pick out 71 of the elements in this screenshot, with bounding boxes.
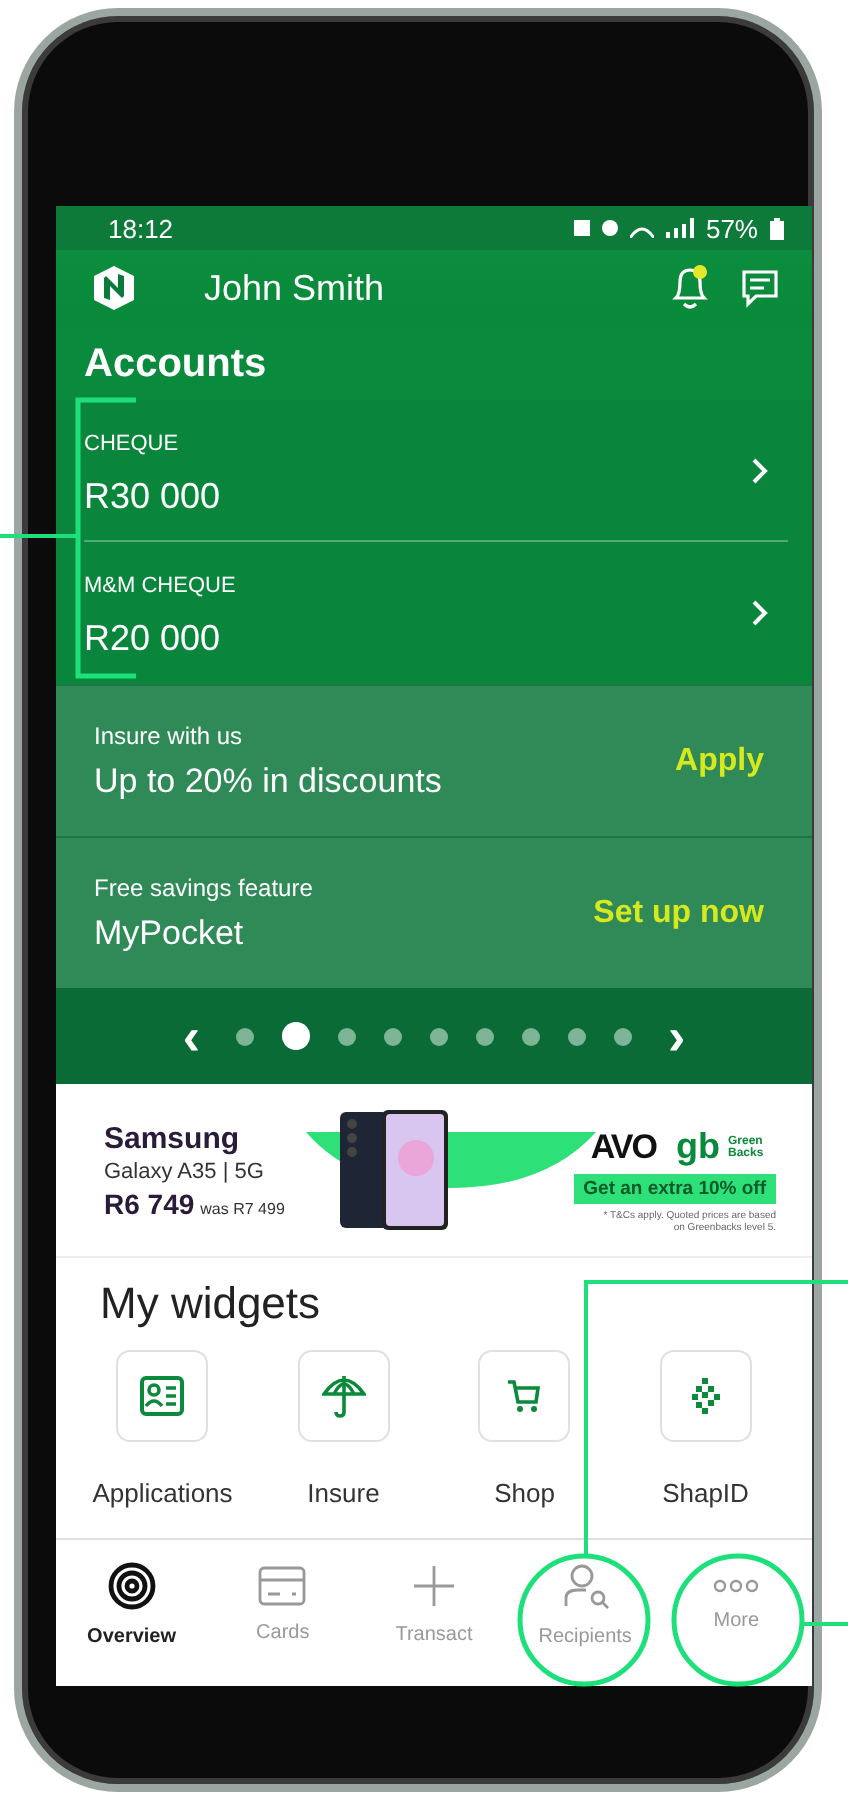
user-name: John Smith [204, 267, 387, 309]
account-balance: R20 000 [84, 618, 223, 660]
previous-button[interactable]: ‹ [174, 1010, 208, 1062]
battery-level: 57% [705, 213, 758, 243]
offer-label: Get an extra 10% off [573, 1174, 776, 1204]
nav-tab[interactable]: More [660, 1540, 812, 1668]
nav-tab[interactable]: Recipients [509, 1540, 661, 1668]
page-dot[interactable] [282, 1022, 310, 1050]
diamond-dots-icon [691, 1378, 720, 1414]
account-row[interactable]: CHEQUE R30 000 [84, 400, 788, 542]
messages-button[interactable] [736, 264, 784, 312]
more-icon [712, 1577, 761, 1593]
leader-line [0, 534, 76, 538]
page-dot[interactable] [338, 1027, 356, 1045]
document-person-icon [140, 1376, 185, 1416]
page-dot[interactable] [236, 1027, 254, 1045]
promo-card[interactable]: Insure with us Up to 20% in discounts Apply [56, 684, 812, 836]
promo-caption: Insure with us [94, 721, 245, 749]
account-type: M&M CHEQUE [84, 574, 238, 598]
leader-line [804, 1622, 848, 1626]
widget-button[interactable] [659, 1350, 752, 1442]
next-button[interactable]: › [660, 1010, 694, 1062]
promo-caption: Free savings feature [94, 873, 315, 901]
signal-icon [665, 218, 694, 238]
promo-link[interactable]: Set up now [593, 895, 764, 931]
ad-price: R6 749 [104, 1187, 195, 1219]
chevron-right-icon [752, 457, 768, 483]
nav-tab[interactable]: Cards [207, 1540, 359, 1668]
account-row[interactable]: M&M CHEQUE R20 000 [84, 542, 788, 684]
page-dot[interactable] [430, 1027, 448, 1045]
highlight-circle [671, 1553, 805, 1687]
page-dot[interactable] [614, 1027, 632, 1045]
account-type: CHEQUE [84, 431, 181, 455]
battery-icon [770, 217, 784, 239]
umbrella-icon [321, 1374, 366, 1418]
widget-label: Applications [92, 1478, 233, 1508]
highlight-circle [517, 1553, 651, 1687]
square-icon [573, 220, 590, 236]
ad-brand: Samsung [104, 1121, 242, 1155]
target-icon [107, 1561, 156, 1609]
card-icon [258, 1565, 307, 1605]
logo-text: gb [676, 1126, 720, 1168]
account-balance: R30 000 [84, 475, 223, 517]
bank-logo-icon [92, 264, 136, 312]
ad-old-price: was R7 499 [200, 1199, 285, 1217]
widget-button[interactable] [297, 1350, 390, 1442]
widget-label: ShapID [662, 1478, 749, 1508]
promo-title: MyPocket [94, 913, 246, 953]
phone-drawing [340, 1110, 448, 1230]
plus-icon [411, 1563, 456, 1607]
widget-button[interactable] [116, 1350, 209, 1442]
nav-tab[interactable]: Overview [56, 1540, 208, 1668]
widget-button[interactable] [478, 1350, 571, 1442]
page-dot[interactable] [384, 1027, 402, 1045]
section-title: Accounts [56, 326, 812, 400]
widget-label: Shop [494, 1478, 555, 1508]
person-search-icon [561, 1561, 610, 1609]
nav-tab[interactable]: Transact [358, 1540, 510, 1668]
cart-icon [506, 1378, 543, 1414]
page-dot[interactable] [522, 1027, 540, 1045]
ad-model: Galaxy A35 | 5G [104, 1159, 266, 1183]
promo-link[interactable]: Apply [675, 743, 764, 779]
logo-text: AVO [590, 1127, 656, 1167]
page-dot[interactable] [568, 1027, 586, 1045]
chevron-right-icon [752, 600, 768, 626]
widget-label: Insure [307, 1478, 380, 1508]
promo-card[interactable]: Free savings feature MyPocket Set up now [56, 836, 812, 988]
section-title: My widgets [98, 1276, 323, 1332]
promo-title: Up to 20% in discounts [94, 761, 444, 801]
page-dot[interactable] [476, 1027, 494, 1045]
status-time: 18:12 [108, 213, 176, 243]
